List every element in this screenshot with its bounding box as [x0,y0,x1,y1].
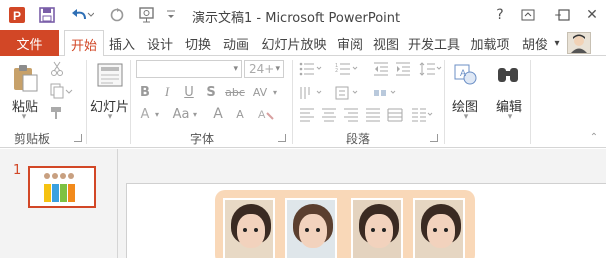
font-group-label: 字体 [190,132,215,146]
editing-dropdown-icon[interactable]: ▾ [504,112,516,122]
clear-formatting-icon[interactable]: A [256,106,276,122]
start-from-beginning-icon[interactable] [136,5,158,25]
tab-slideshow[interactable]: 幻灯片放映 [258,30,330,56]
change-case-icon[interactable]: Aa [170,106,192,122]
tab-file[interactable]: 文件 [0,30,59,56]
smartart-icon[interactable] [372,84,398,102]
photo-3[interactable] [351,198,403,258]
format-painter-icon[interactable] [48,104,66,122]
new-slide-icon[interactable] [96,60,124,90]
paragraph-launcher-icon[interactable] [430,134,438,142]
group-divider [530,60,531,144]
window-title: 演示文稿1 - Microsoft PowerPoint [192,11,401,26]
shadow-icon[interactable]: S [204,84,218,100]
title-bar: P 演示文稿1 - Microsoft PowerPoint ? – ✕ [0,0,606,30]
collapse-ribbon-icon[interactable]: ⌃ [588,132,600,143]
cut-icon[interactable] [48,60,66,78]
group-divider [292,60,293,144]
grow-font-icon[interactable]: A [210,106,226,122]
photo-2[interactable] [285,198,337,258]
svg-text:A: A [258,109,266,121]
tab-design[interactable]: 设计 [144,30,176,56]
close-button[interactable]: ✕ [580,4,604,26]
chevron-down-icon[interactable]: ▾ [270,86,280,98]
tab-view[interactable]: 视图 [370,30,402,56]
slide-number: 1 [13,163,22,178]
tab-developer[interactable]: 开发工具 [406,30,462,56]
copy-icon[interactable] [48,82,74,100]
font-name-combo[interactable]: ▾ [136,60,242,78]
underline-icon[interactable]: U [182,84,196,100]
italic-icon[interactable]: I [160,84,174,100]
avatar[interactable] [567,32,591,54]
align-right-icon[interactable] [342,106,360,124]
photo-4[interactable] [413,198,465,258]
align-center-icon[interactable] [320,106,338,124]
help-icon[interactable]: ? [488,4,512,26]
slide-canvas[interactable] [126,183,606,258]
ribbon-tabs: 文件 开始 插入 设计 切换 动画 幻灯片放映 审阅 视图 开发工具 加载项 胡… [0,30,606,57]
group-divider [130,60,131,144]
character-spacing-icon[interactable]: AV [250,84,270,100]
tab-animations[interactable]: 动画 [220,30,252,56]
find-icon[interactable] [494,60,522,90]
group-divider [444,60,445,144]
tab-home[interactable]: 开始 [64,30,104,57]
text-direction-icon[interactable] [298,84,324,102]
slides-pane: 1 [0,149,118,258]
align-left-icon[interactable] [298,106,316,124]
numbering-icon[interactable]: 12 [334,60,360,78]
distributed-icon[interactable] [386,106,404,124]
svg-text:2: 2 [335,68,338,74]
bold-icon[interactable]: B [138,84,152,100]
tab-insert[interactable]: 插入 [106,30,138,56]
repeat-icon[interactable] [106,5,128,25]
paragraph-group-label: 段落 [346,132,371,146]
decrease-indent-icon[interactable] [372,60,390,78]
shrink-font-icon[interactable]: A [232,106,248,122]
user-name[interactable]: 胡俊 [520,30,550,56]
paste-icon[interactable] [10,62,40,94]
justify-icon[interactable] [364,106,382,124]
customize-icon[interactable] [164,5,178,25]
slide-thumbnail[interactable] [28,166,96,208]
svg-text:A: A [460,68,466,78]
tab-addins[interactable]: 加载项 [466,30,514,56]
font-color-icon[interactable]: A [138,106,152,122]
chevron-down-icon: ▾ [275,64,280,74]
tab-review[interactable]: 审阅 [334,30,366,56]
columns-icon[interactable] [410,106,434,124]
font-size-value: 24+ [249,62,275,76]
ribbon: 粘贴 ▾ 剪贴板 幻灯片 ▾ ▾ 24+ ▾ B I U S abc AV ▾ … [0,56,606,148]
photo-1[interactable] [223,198,275,258]
new-slide-dropdown-icon[interactable]: ▾ [104,112,116,122]
clipboard-group-label: 剪贴板 [14,132,51,146]
align-text-icon[interactable] [334,84,360,102]
drawing-icon[interactable]: A [452,60,480,90]
undo-icon[interactable] [66,5,96,25]
svg-text:P: P [13,9,21,23]
user-dropdown-icon[interactable]: ▾ [550,30,564,56]
increase-indent-icon[interactable] [394,60,412,78]
group-divider [86,60,87,144]
bullets-icon[interactable] [298,60,324,78]
clipboard-launcher-icon[interactable] [74,134,82,142]
tab-transitions[interactable]: 切换 [182,30,214,56]
chevron-down-icon: ▾ [233,64,238,74]
font-size-combo[interactable]: 24+ ▾ [244,60,284,78]
restore-button[interactable] [552,4,576,26]
strikethrough-icon[interactable]: abc [224,84,246,100]
ribbon-display-icon[interactable] [516,4,540,26]
photo-group[interactable] [215,190,475,258]
chevron-down-icon[interactable]: ▾ [152,108,162,120]
line-spacing-icon[interactable] [418,60,444,78]
save-icon[interactable] [36,5,58,25]
drawing-dropdown-icon[interactable]: ▾ [460,112,472,122]
workspace: 1 [0,149,606,258]
font-launcher-icon[interactable] [278,134,286,142]
powerpoint-logo-icon[interactable]: P [6,5,28,25]
paste-dropdown-icon[interactable]: ▾ [18,112,30,122]
chevron-down-icon[interactable]: ▾ [190,108,200,120]
